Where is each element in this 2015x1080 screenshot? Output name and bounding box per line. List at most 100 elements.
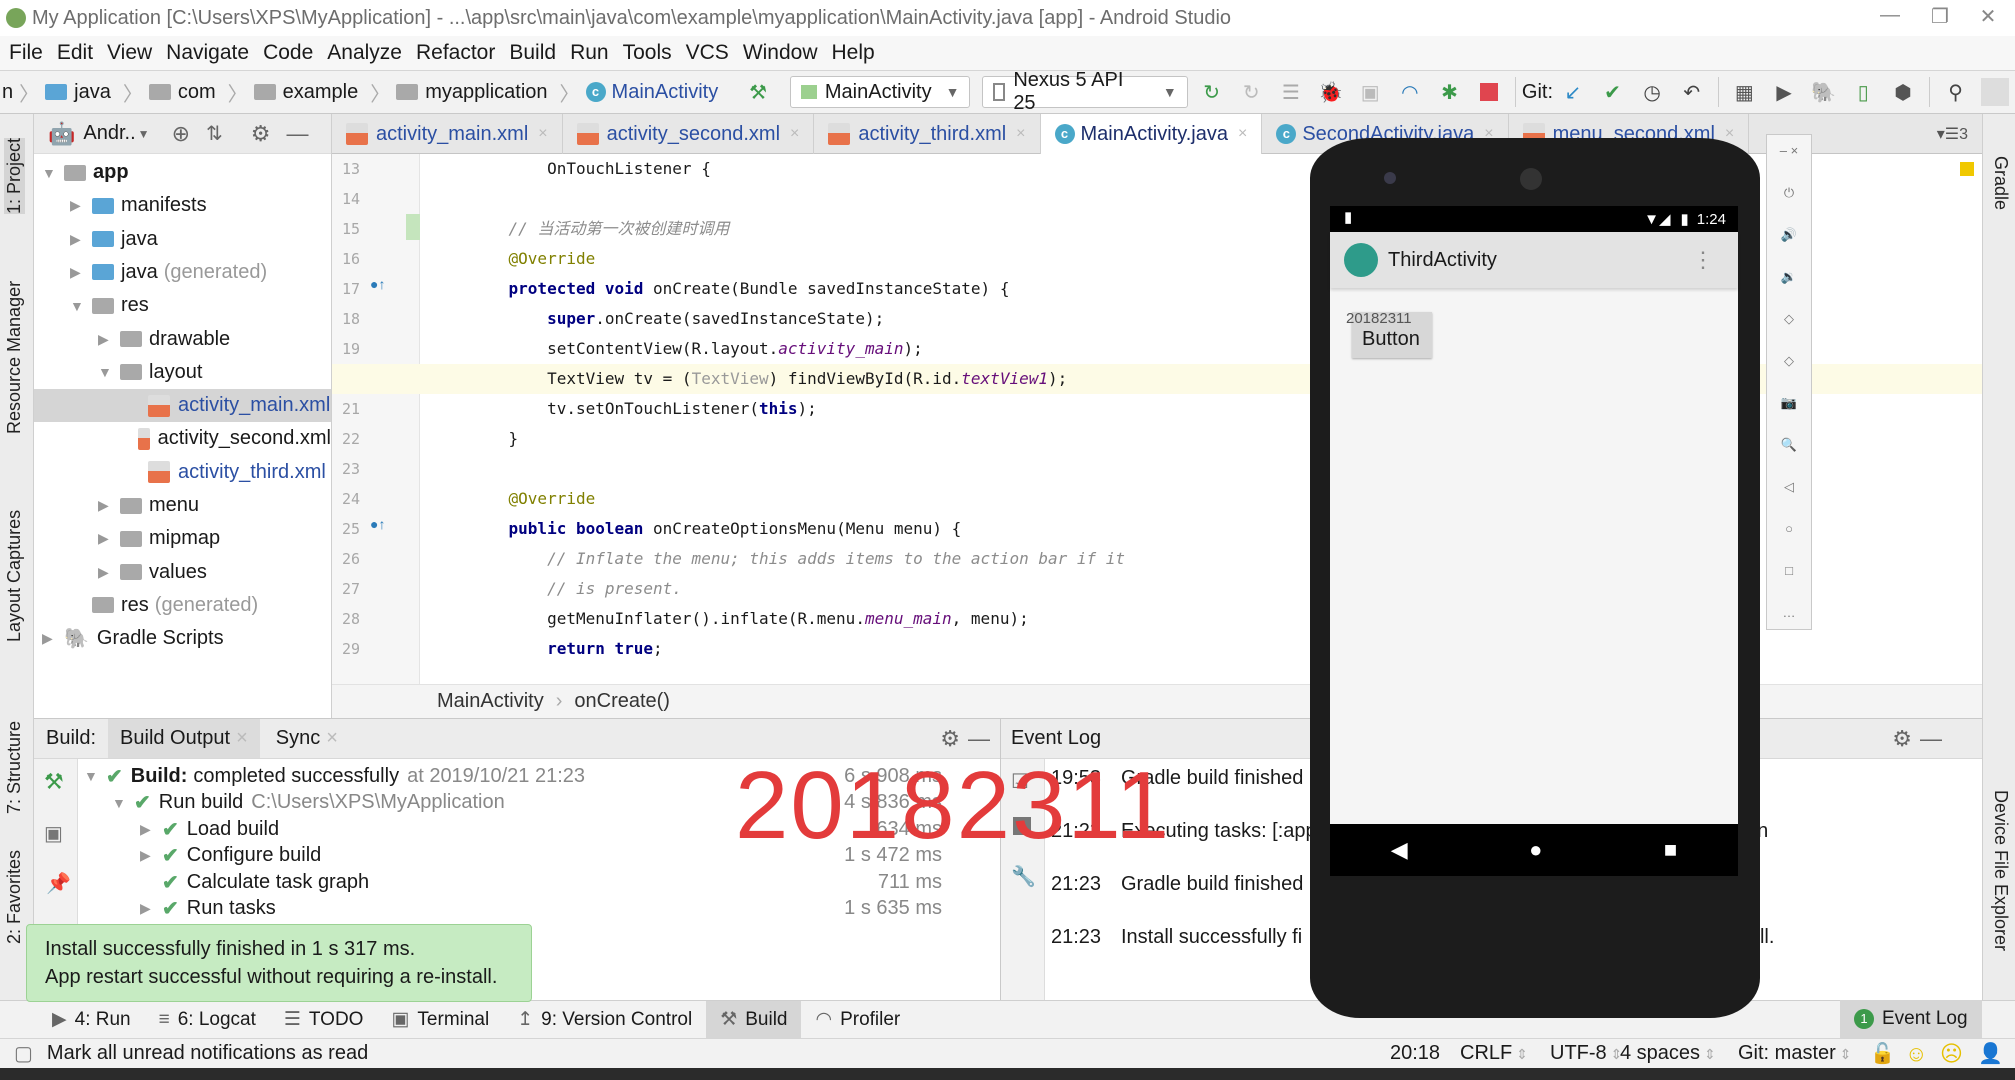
tree-item[interactable]: ▼ layout: [34, 356, 331, 389]
collapse-arrow-icon[interactable]: ▶: [98, 564, 120, 581]
overview-icon[interactable]: □: [1767, 563, 1811, 578]
stripe-tab-resource-manager[interactable]: Resource Manager: [4, 281, 25, 434]
tree-item[interactable]: ▶ java: [34, 223, 331, 256]
run-config-select[interactable]: MainActivity ▼: [789, 76, 971, 108]
menu-help[interactable]: Help: [832, 41, 880, 65]
expand-arrow-icon[interactable]: ▶: [140, 821, 162, 838]
toggle-view-icon[interactable]: ▣: [44, 821, 63, 846]
menu-code[interactable]: Code: [263, 41, 318, 65]
tool-button-todo[interactable]: ☰ TODO: [270, 1001, 378, 1039]
menu-refactor[interactable]: Refactor: [416, 41, 500, 65]
tree-item[interactable]: ▶ manifests: [34, 189, 331, 222]
stop-icon[interactable]: [1475, 78, 1503, 106]
tree-item[interactable]: ▶ drawable: [34, 323, 331, 356]
editor-breadcrumb-class[interactable]: MainActivity: [437, 690, 544, 713]
breadcrumb-example[interactable]: example: [253, 81, 358, 104]
attach-debugger-icon[interactable]: ✱: [1436, 78, 1464, 106]
sync-gradle-icon[interactable]: 🐘: [1810, 78, 1838, 106]
expand-arrow-icon[interactable]: ▼: [42, 165, 64, 181]
menu-navigate[interactable]: Navigate: [166, 41, 254, 65]
close-icon[interactable]: ×: [236, 727, 248, 749]
profile-icon[interactable]: ◠: [1396, 78, 1424, 106]
home-icon[interactable]: ○: [1767, 521, 1811, 536]
expand-arrow-icon[interactable]: ▼: [112, 795, 134, 811]
menu-tools[interactable]: Tools: [623, 41, 677, 65]
event-log-entry[interactable]: 21:23 Gradle build finished: [1051, 873, 1303, 896]
tree-item[interactable]: ▼ res: [34, 289, 331, 322]
chevron-down-icon[interactable]: ▼: [138, 127, 150, 141]
hide-panel-icon[interactable]: —: [287, 121, 309, 147]
breadcrumb-mainactivity[interactable]: c MainActivity: [585, 81, 718, 104]
hide-panel-icon[interactable]: —: [968, 726, 990, 752]
tree-item[interactable]: activity_second.xml: [34, 422, 331, 455]
close-icon[interactable]: ×: [326, 727, 338, 749]
volume-down-icon[interactable]: 🔉: [1767, 269, 1811, 285]
tree-item[interactable]: ▼ app: [34, 156, 331, 189]
debug-bug-icon[interactable]: 🐞: [1317, 78, 1345, 106]
avd-manager-icon[interactable]: ▶: [1770, 78, 1798, 106]
overflow-menu-icon[interactable]: ⋮: [1692, 247, 1714, 273]
apply-changes-restart-icon[interactable]: ↻: [1198, 78, 1226, 106]
encoding-select[interactable]: UTF-8 ⇕: [1550, 1042, 1622, 1065]
tree-item[interactable]: ▶ mipmap: [34, 522, 331, 555]
zoom-icon[interactable]: 🔍: [1767, 437, 1811, 453]
close-icon[interactable]: ×: [1238, 125, 1247, 143]
close-icon[interactable]: ×: [1016, 125, 1025, 143]
tree-item[interactable]: res (generated): [34, 589, 331, 622]
tree-item[interactable]: ▶ java (generated): [34, 256, 331, 289]
rotate-right-icon[interactable]: ◇: [1767, 353, 1811, 369]
menu-view[interactable]: View: [107, 41, 157, 65]
tool-button-6-logcat[interactable]: ≡ 6: Logcat: [145, 1001, 270, 1039]
expand-arrow-icon[interactable]: ▶: [140, 900, 162, 917]
collapse-arrow-icon[interactable]: ▶: [70, 264, 92, 281]
avatar[interactable]: [1981, 78, 2010, 106]
menu-window[interactable]: Window: [743, 41, 823, 65]
sdk-manager-icon[interactable]: ▯: [1849, 78, 1877, 106]
rotate-left-icon[interactable]: ◇: [1767, 311, 1811, 327]
gear-icon[interactable]: ⚙: [940, 726, 960, 752]
android-text-view[interactable]: 20182311: [1346, 310, 1412, 327]
collapse-arrow-icon[interactable]: ▶: [70, 231, 92, 248]
tab-activity-third-xml[interactable]: activity_third.xml ×: [814, 114, 1041, 154]
collapse-arrow-icon[interactable]: ▶: [70, 197, 92, 214]
expand-arrow-icon[interactable]: ▼: [84, 768, 106, 784]
line-separator-select[interactable]: CRLF ⇕: [1460, 1042, 1528, 1065]
notifications-icon[interactable]: ▢: [14, 1041, 33, 1066]
tab-activity-main-xml[interactable]: activity_main.xml ×: [332, 114, 563, 154]
minimize-emulator-icon[interactable]: – ×: [1767, 143, 1811, 158]
close-button[interactable]: ✕: [1968, 4, 2008, 29]
hide-panel-icon[interactable]: —: [1920, 726, 1942, 752]
close-icon[interactable]: ×: [538, 125, 547, 143]
tool-button-terminal[interactable]: ▣ Terminal: [377, 1001, 503, 1039]
menu-vcs[interactable]: VCS: [686, 41, 734, 65]
tool-button-4-run[interactable]: ▶ 4: Run: [38, 1001, 145, 1039]
gear-icon[interactable]: ⚙: [251, 121, 271, 147]
menu-file[interactable]: File: [9, 41, 48, 65]
build-row[interactable]: ▶ ✔ Run tasks 1 s 635 ms: [140, 896, 950, 922]
tree-item[interactable]: ▶ 🐘 Gradle Scripts: [34, 622, 331, 655]
tool-button-profiler[interactable]: ◠ Profiler: [801, 1001, 914, 1039]
stripe-tab-structure[interactable]: 7: Structure: [4, 721, 25, 814]
collapse-all-icon[interactable]: ⇅: [206, 121, 223, 146]
wrench-icon[interactable]: 🔧: [1011, 864, 1036, 889]
tool-button-9-version-control[interactable]: ↥ 9: Version Control: [503, 1001, 706, 1039]
more-icon[interactable]: …: [1767, 605, 1811, 620]
make-project-hammer-icon[interactable]: ⚒: [744, 78, 772, 106]
stripe-tab-project[interactable]: 1: Project: [4, 137, 25, 214]
breadcrumb-java[interactable]: java: [45, 81, 111, 104]
tab-overflow[interactable]: ▾☰3: [1937, 124, 1968, 144]
restore-button[interactable]: ❐: [1920, 4, 1960, 29]
breadcrumb-myapplication[interactable]: myapplication: [396, 81, 548, 104]
editor-breadcrumb-method[interactable]: onCreate(): [574, 690, 670, 713]
tab-sync[interactable]: Sync ×: [266, 719, 348, 758]
gear-icon[interactable]: ⚙: [1892, 726, 1912, 752]
stripe-tab-device-file-explorer[interactable]: Device File Explorer: [1990, 790, 2011, 951]
project-view-select[interactable]: Andr..: [83, 122, 135, 145]
apply-changes-icon[interactable]: ☰: [1277, 78, 1305, 106]
project-structure-icon[interactable]: ▦: [1731, 78, 1759, 106]
locate-file-icon[interactable]: ⊕: [172, 121, 190, 147]
apply-code-changes-icon[interactable]: ↻: [1237, 78, 1265, 106]
stripe-tab-layout-captures[interactable]: Layout Captures: [4, 510, 25, 642]
tree-item[interactable]: activity_main.xml: [34, 389, 331, 423]
close-icon[interactable]: ×: [790, 125, 799, 143]
